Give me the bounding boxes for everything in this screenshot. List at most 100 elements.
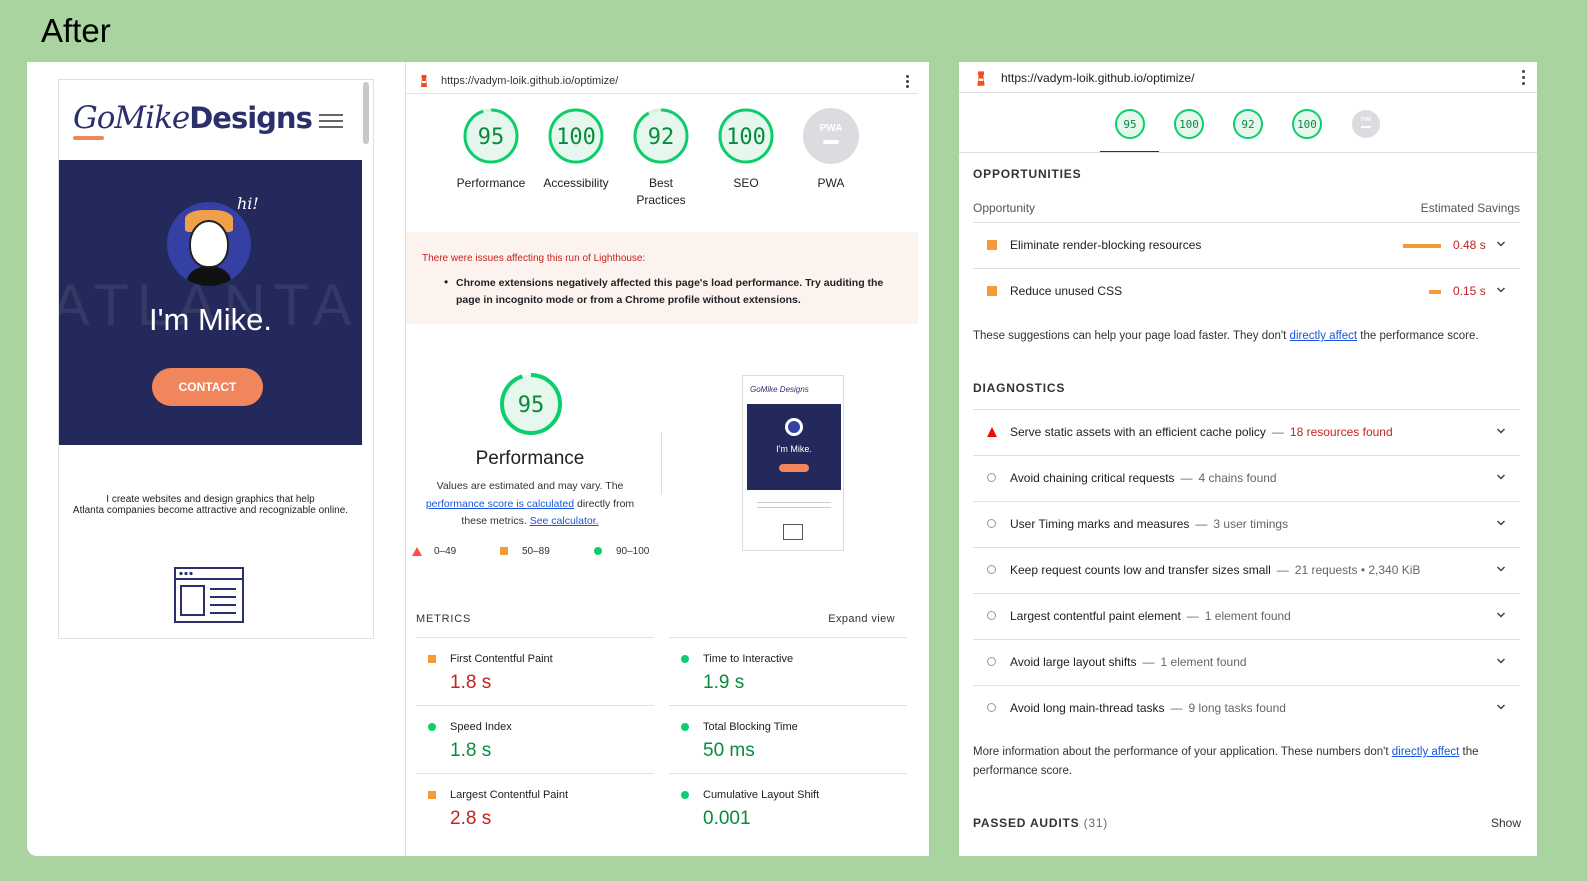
description-line-1: I create websites and design graphics th…	[106, 494, 315, 505]
diagnostic-title: Avoid large layout shifts —1 element foun…	[1010, 655, 1247, 669]
score-legend: 0–49 50–89 90–100	[406, 546, 666, 560]
gauge-best-practices[interactable]: 92 Best Practices	[621, 107, 701, 209]
see-calculator-link[interactable]: See calculator.	[530, 515, 599, 527]
expand-view-button[interactable]: Expand view	[828, 613, 895, 625]
directly-affect-link-2[interactable]: directly affect	[1392, 746, 1460, 758]
warning-box: There were issues affecting this run of …	[406, 232, 918, 324]
directly-affect-link[interactable]: directly affect	[1290, 330, 1358, 342]
more-info-text-3: performance score.	[973, 765, 1073, 777]
diagnostic-row[interactable]: Serve static assets with an efficient ca…	[973, 409, 1520, 455]
diagnostic-row[interactable]: Keep request counts low and transfer siz…	[973, 547, 1520, 593]
metric-name: First Contentful Paint	[450, 653, 553, 665]
thumb-layout-icon	[783, 524, 803, 540]
chevron-down-icon[interactable]	[1496, 564, 1506, 574]
show-button[interactable]: Show	[1491, 816, 1521, 830]
score-calculated-link[interactable]: performance score is calculated	[426, 498, 574, 510]
gauge-accessibility[interactable]: 100 Accessibility	[536, 107, 616, 192]
metric-speed-index: Speed Index 1.8 s	[416, 705, 654, 773]
diagnostic-row[interactable]: Avoid long main-thread tasks —9 long task…	[973, 685, 1520, 731]
mini-gauge-3[interactable]: 92	[1232, 108, 1264, 140]
final-screenshot[interactable]: GoMike Designs I'm Mike.	[742, 375, 844, 551]
info-circle-icon	[987, 565, 996, 574]
metric-name: Time to Interactive	[703, 653, 794, 665]
lighthouse-report: https://vadym-loik.github.io/optimize/ 9…	[405, 62, 918, 856]
mobile-scrollbar[interactable]	[363, 82, 369, 144]
savings-value: 0.15 s	[1453, 284, 1486, 298]
pass-circle-icon	[594, 547, 602, 555]
diagnostics-heading: DIAGNOSTICS	[973, 381, 1066, 395]
savings-bar	[1403, 244, 1441, 248]
info-circle-icon	[987, 611, 996, 620]
mini-gauge-score: PWA	[1360, 116, 1372, 123]
metric-name: Largest Contentful Paint	[450, 789, 569, 801]
chevron-down-icon[interactable]	[1496, 518, 1506, 528]
more-options-icon[interactable]	[1522, 70, 1525, 88]
gauge-performance[interactable]: 95 Performance	[451, 107, 531, 192]
opportunity-row[interactable]: Eliminate render-blocking resources 0.48 …	[973, 222, 1520, 268]
mini-gauge-score: 92	[1241, 118, 1255, 131]
metric-value: 1.8 s	[450, 740, 492, 761]
gauge-seo[interactable]: 100 SEO	[706, 107, 786, 192]
mini-gauge-2[interactable]: 100	[1173, 108, 1205, 140]
mobile-site-preview: GoMikeDesigns ATLANTA hi! I'm Mike. CONT…	[58, 79, 374, 639]
metric-name: Total Blocking Time	[703, 721, 798, 733]
webpage-layout-icon	[174, 567, 244, 623]
opportunity-title: Eliminate render-blocking resources	[1010, 238, 1202, 252]
gauge-score: 95	[477, 125, 505, 150]
opportunity-row[interactable]: Reduce unused CSS 0.15 s	[973, 268, 1520, 314]
fail-triangle-icon	[987, 427, 997, 437]
chevron-down-icon[interactable]	[1496, 285, 1506, 295]
site-logo[interactable]: GoMikeDesigns	[73, 100, 313, 136]
gauge-pwa[interactable]: PWA PWA	[791, 107, 871, 192]
opportunity-title: Reduce unused CSS	[1010, 284, 1123, 298]
pass-circle-icon	[428, 723, 436, 731]
diagnostic-title: Serve static assets with an efficient ca…	[1010, 425, 1393, 439]
metric-total-blocking-time: Total Blocking Time 50 ms	[669, 705, 907, 773]
page-title: After	[41, 12, 111, 49]
diagnostic-row[interactable]: Avoid chaining critical requests —4 chain…	[973, 455, 1520, 501]
url-text[interactable]: https://vadym-loik.github.io/optimize/	[441, 75, 618, 87]
metric-value: 50 ms	[703, 740, 755, 761]
more-options-icon[interactable]	[906, 75, 910, 89]
performance-description: Values are estimated and may vary. The p…	[416, 478, 644, 531]
description-line-2: Atlanta companies become attractive and …	[72, 505, 349, 516]
diagnostic-row[interactable]: Avoid large layout shifts —1 element foun…	[973, 639, 1520, 685]
passed-audits-heading[interactable]: PASSED AUDITS (31)	[973, 816, 1108, 830]
mini-gauge-4[interactable]: 100	[1291, 108, 1323, 140]
chevron-down-icon[interactable]	[1496, 472, 1506, 482]
contact-button[interactable]: CONTACT	[152, 368, 263, 406]
warning-bullet: •	[444, 275, 449, 289]
average-square-icon	[987, 286, 997, 296]
metrics-heading: METRICS	[416, 613, 472, 625]
divider	[661, 432, 662, 494]
performance-title: Performance	[475, 448, 585, 469]
url-text[interactable]: https://vadym-loik.github.io/optimize/	[1001, 71, 1194, 85]
lighthouse-icon	[977, 71, 985, 86]
chevron-down-icon[interactable]	[1496, 702, 1506, 712]
mini-gauge-5[interactable]: PWA	[1350, 108, 1382, 140]
gauge-score: 92	[647, 125, 675, 150]
suggestions-note: These suggestions can help your page loa…	[973, 327, 1523, 346]
mini-gauge-1[interactable]: 95	[1114, 108, 1146, 140]
hamburger-menu-icon[interactable]	[319, 114, 343, 128]
divider	[959, 152, 1537, 153]
average-square-icon	[428, 655, 436, 663]
performance-score: 95	[517, 393, 545, 418]
chevron-down-icon[interactable]	[1496, 426, 1506, 436]
fail-triangle-icon	[412, 547, 422, 556]
mini-gauge-score: 95	[1123, 118, 1137, 131]
diagnostic-row[interactable]: User Timing marks and measures —3 user ti…	[973, 501, 1520, 547]
more-info-text-2: the	[1462, 746, 1479, 758]
gauge-ring	[803, 108, 859, 164]
gauge-score: 100	[726, 125, 766, 150]
chevron-down-icon[interactable]	[1496, 239, 1506, 249]
savings-column-label: Estimated Savings	[1420, 201, 1520, 215]
hero-title: I'm Mike.	[148, 302, 273, 337]
chevron-down-icon[interactable]	[1496, 610, 1506, 620]
opportunities-heading: OPPORTUNITIES	[973, 167, 1082, 181]
url-bar: https://vadym-loik.github.io/optimize/	[406, 69, 918, 94]
pass-circle-icon	[681, 723, 689, 731]
chevron-down-icon[interactable]	[1496, 656, 1506, 666]
diagnostic-row[interactable]: Largest contentful paint element —1 eleme…	[973, 593, 1520, 639]
metric-value: 2.8 s	[450, 808, 492, 829]
